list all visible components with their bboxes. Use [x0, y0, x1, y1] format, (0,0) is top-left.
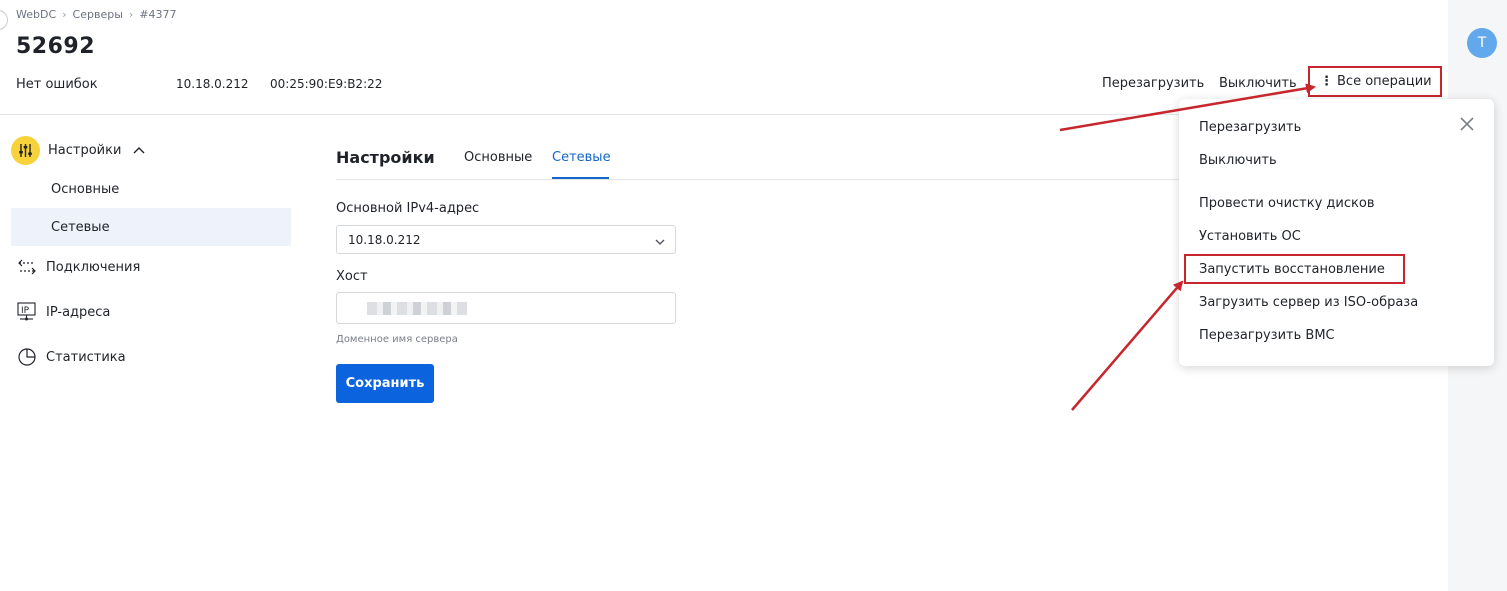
sidebar-item-label: Подключения — [46, 259, 141, 275]
breadcrumb-item-current: #4377 — [139, 8, 177, 21]
power-off-button[interactable]: Выключить — [1219, 76, 1297, 91]
operations-dropdown: Перезагрузить Выключить Провести очистку… — [1179, 99, 1494, 366]
active-tab-indicator — [552, 177, 609, 179]
chevron-down-icon — [655, 235, 665, 249]
server-ip: 10.18.0.212 — [176, 77, 249, 91]
sidebar-subitem-basic[interactable]: Основные — [51, 182, 119, 197]
sidebar-item-label: Настройки — [48, 143, 122, 158]
redacted-hostname — [367, 302, 467, 315]
back-button[interactable] — [0, 10, 8, 30]
breadcrumb-item-servers[interactable]: Серверы — [73, 8, 123, 21]
server-mac: 00:25:90:E9:B2:22 — [270, 77, 383, 91]
more-vertical-icon: ⋮ — [1320, 74, 1333, 89]
menu-item-boot-iso[interactable]: Загрузить сервер из ISO-образа — [1199, 295, 1418, 310]
menu-item-reboot[interactable]: Перезагрузить — [1199, 120, 1301, 135]
save-button[interactable]: Сохранить — [336, 364, 434, 403]
connections-icon — [16, 257, 38, 277]
ip-icon-text: IP — [21, 306, 30, 316]
all-operations-label: Все операции — [1337, 74, 1432, 89]
status-text: Нет ошибок — [16, 77, 98, 92]
sidebar-item-label: IP-адреса — [46, 304, 111, 320]
ipv4-label: Основной IPv4-адрес — [336, 201, 480, 216]
sliders-icon — [11, 136, 40, 165]
host-input[interactable] — [336, 292, 676, 324]
menu-item-reboot-bmc[interactable]: Перезагрузить BMC — [1199, 328, 1335, 343]
host-label: Хост — [336, 269, 368, 284]
all-operations-button[interactable]: ⋮ Все операции — [1308, 66, 1442, 97]
sidebar-item-statistics[interactable]: Статистика — [16, 347, 126, 367]
avatar[interactable]: T — [1467, 28, 1497, 58]
menu-item-start-recovery[interactable]: Запустить восстановление — [1199, 262, 1385, 277]
ipv4-select-value: 10.18.0.212 — [348, 232, 421, 247]
tabs-divider — [336, 179, 1186, 180]
sidebar-item-settings[interactable]: Настройки — [11, 136, 145, 165]
close-icon[interactable] — [1458, 115, 1476, 133]
chevron-right-icon: › — [128, 8, 134, 21]
page-title: 52692 — [16, 34, 96, 59]
reboot-button[interactable]: Перезагрузить — [1102, 76, 1204, 91]
menu-item-power-off[interactable]: Выключить — [1199, 153, 1277, 168]
sidebar-item-connections[interactable]: Подключения — [16, 257, 140, 277]
ip-icon: IP — [16, 302, 38, 322]
sidebar-item-ip-addresses[interactable]: IP IP-адреса — [16, 302, 110, 322]
chevron-right-icon: › — [62, 8, 67, 21]
host-hint: Доменное имя сервера — [336, 334, 458, 345]
chevron-up-icon[interactable] — [133, 143, 145, 158]
breadcrumb: WebDC › Серверы › #4377 — [16, 8, 177, 21]
pie-chart-icon — [16, 347, 38, 367]
breadcrumb-item-webdc[interactable]: WebDC — [16, 8, 56, 21]
tab-basic[interactable]: Основные — [464, 150, 532, 165]
sidebar-subitem-network[interactable]: Сетевые — [51, 220, 110, 235]
sidebar-item-label: Статистика — [46, 349, 126, 365]
content-title: Настройки — [336, 148, 435, 167]
menu-item-wipe-disks[interactable]: Провести очистку дисков — [1199, 196, 1374, 211]
tab-network[interactable]: Сетевые — [552, 150, 611, 165]
ipv4-select[interactable]: 10.18.0.212 — [336, 225, 676, 254]
menu-item-install-os[interactable]: Установить ОС — [1199, 229, 1301, 244]
